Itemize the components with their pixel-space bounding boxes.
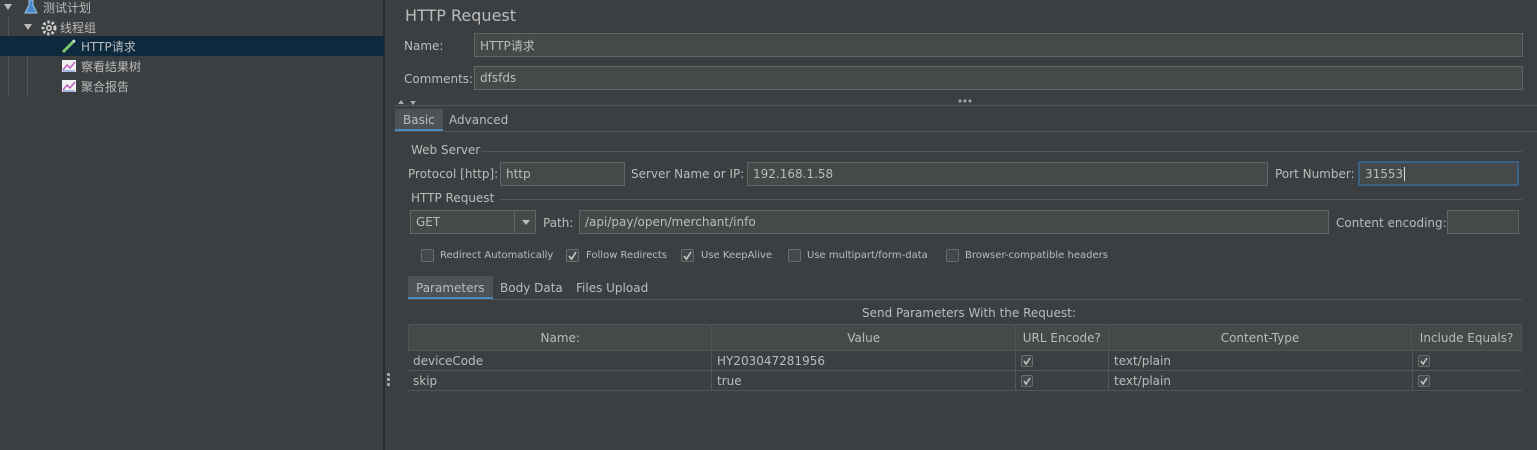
tab-basic[interactable]: Basic [395,109,443,131]
url-encode-checkbox[interactable] [1021,354,1033,367]
test-plan-tree[interactable]: 测试计划 线程组 HTTP请求 察看结果树 聚合报告 [0,0,384,450]
table-row[interactable]: deviceCode HY203047281956 text/plain [408,351,1522,371]
tree-item-aggregate-report[interactable]: 聚合报告 [0,76,384,96]
drag-dots-icon[interactable] [958,98,972,104]
port-value: 31553 [1365,166,1404,181]
tree-item-test-plan[interactable]: 测试计划 [0,0,384,17]
tree-item-label: 线程组 [60,20,97,35]
follow-redirects-checkbox[interactable] [566,249,579,262]
server-name-field[interactable]: 192.168.1.58 [747,162,1268,186]
expand-triangle-icon[interactable] [3,2,13,12]
use-multipart-label: Use multipart/form-data [807,250,928,261]
include-equals-checkbox[interactable] [1418,354,1430,367]
use-multipart-checkbox[interactable] [788,249,801,262]
comments-label: Comments: [404,72,474,86]
tree-item-label: 察看结果树 [81,59,142,74]
include-equals-cell[interactable] [1413,351,1522,370]
collapse-arrows-icon[interactable] [397,98,419,106]
pipette-icon [61,38,77,54]
tree-item-thread-group[interactable]: 线程组 [0,17,384,37]
splitter-grip-icon[interactable] [387,373,390,388]
param-name-cell[interactable]: deviceCode [408,351,712,370]
tree-item-label: HTTP请求 [81,39,136,54]
text-cursor [1404,166,1406,181]
redirect-automatically-checkbox[interactable] [421,249,434,262]
checkmark-icon [1420,357,1428,365]
use-keepalive-label: Use KeepAlive [701,250,773,261]
tree-item-label: 测试计划 [43,0,92,15]
tree-item-view-results-tree[interactable]: 察看结果树 [0,56,384,76]
section-divider [481,151,1522,152]
page-title: HTTP Request [405,6,517,25]
redirect-automatically-label: Redirect Automatically [440,250,554,261]
param-value-cell[interactable]: true [712,371,1016,390]
checkmark-icon [568,251,577,261]
chevron-down-icon [520,216,532,228]
tab-body-data[interactable]: Body Data [492,276,571,299]
collapse-bar[interactable] [394,96,1537,106]
tree-item-http-request[interactable]: HTTP请求 [0,36,384,56]
path-field[interactable]: /api/pay/open/merchant/info [579,210,1329,234]
column-header-include-equals[interactable]: Include Equals? [1412,325,1521,350]
http-request-section-title: HTTP Request [411,191,495,205]
subtab-divider [408,299,1522,300]
expand-triangle-icon[interactable] [23,22,33,32]
follow-redirects-label: Follow Redirects [586,250,667,261]
use-keepalive-checkbox[interactable] [681,249,694,262]
param-name-cell[interactable]: skip [408,371,712,390]
include-equals-checkbox[interactable] [1418,374,1430,387]
browser-compatible-headers-checkbox[interactable] [946,249,959,262]
checkmark-icon [1023,377,1031,385]
column-header-value[interactable]: Value [712,325,1016,350]
content-encoding-field[interactable] [1447,210,1519,234]
tab-divider [394,131,1537,132]
name-field[interactable]: HTTP请求 [474,33,1523,57]
content-type-cell[interactable]: text/plain [1109,351,1413,370]
flask-icon [23,0,39,15]
include-equals-cell[interactable] [1413,371,1522,390]
protocol-label: Protocol [http]: [408,167,499,181]
tab-files-upload[interactable]: Files Upload [568,276,656,299]
comments-field[interactable]: dfsfds [474,66,1523,90]
column-header-content-type[interactable]: Content-Type [1109,325,1413,350]
table-row[interactable]: skip true text/plain [408,371,1522,391]
name-label: Name: [404,39,444,53]
port-label: Port Number: [1275,167,1355,181]
tab-advanced[interactable]: Advanced [441,109,516,131]
checkmark-icon [1420,377,1428,385]
protocol-field[interactable]: http [500,162,625,186]
server-name-label: Server Name or IP: [631,167,745,181]
path-label: Path: [543,216,574,230]
section-divider [499,199,1522,200]
checkmark-icon [1023,357,1031,365]
content-type-cell[interactable]: text/plain [1109,371,1413,390]
checkmark-icon [683,251,692,261]
gear-icon [40,19,57,36]
url-encode-cell[interactable] [1016,351,1109,370]
web-server-section-title: Web Server [411,143,481,157]
port-field[interactable]: 31553 [1358,161,1519,186]
tab-parameters[interactable]: Parameters [408,276,493,299]
url-encode-cell[interactable] [1016,371,1109,390]
url-encode-checkbox[interactable] [1021,374,1033,387]
tree-item-label: 聚合报告 [81,79,130,94]
method-dropdown-button[interactable] [514,210,536,234]
graph-icon [61,78,77,94]
column-header-url-encode[interactable]: URL Encode? [1016,325,1109,350]
param-value-cell[interactable]: HY203047281956 [712,351,1016,370]
parameters-table[interactable]: Name: Value URL Encode? Content-Type Inc… [408,324,1522,391]
column-header-name[interactable]: Name: [409,325,713,350]
graph-icon [61,58,77,74]
browser-compatible-headers-label: Browser-compatible headers [965,250,1108,261]
parameters-caption: Send Parameters With the Request: [862,306,1076,320]
content-encoding-label: Content encoding: [1336,216,1447,230]
method-value: GET [416,215,441,229]
http-request-panel: HTTP Request Name: HTTP请求 Comments: dfsf… [394,0,1537,450]
table-header: Name: Value URL Encode? Content-Type Inc… [408,324,1522,351]
panel-splitter[interactable] [384,0,394,450]
